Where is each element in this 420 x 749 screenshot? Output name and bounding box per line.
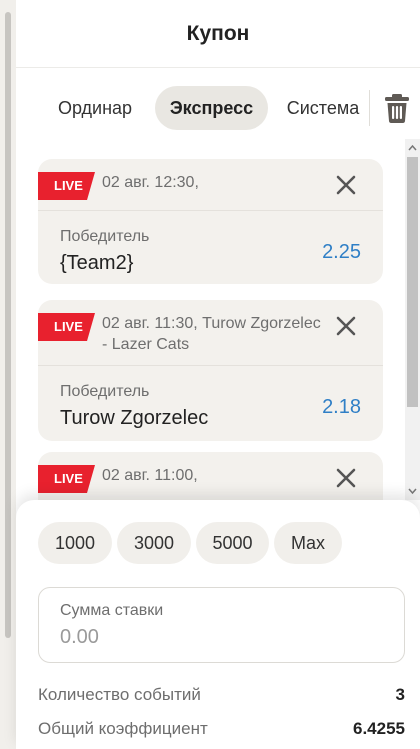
page-title: Купон bbox=[186, 21, 250, 45]
event-datetime: 02 авг. 11:00, bbox=[102, 467, 198, 484]
stake-input-value[interactable]: 0.00 bbox=[60, 626, 99, 649]
tab-system[interactable]: Система bbox=[282, 86, 364, 130]
event-datetime: 02 авг. 11:30, Turow Zgorzelec - Lazer C… bbox=[102, 315, 321, 353]
quick-amount-max-button[interactable]: Max bbox=[274, 522, 342, 564]
events-count-row: Количество событий 3 bbox=[38, 685, 405, 709]
bet-list-scrollbar[interactable] bbox=[405, 139, 420, 500]
live-badge: LIVE bbox=[38, 313, 95, 341]
events-count-label: Количество событий bbox=[38, 685, 201, 704]
total-odds-label: Общий коэффициент bbox=[38, 719, 208, 738]
tabs-divider bbox=[369, 90, 370, 126]
quick-amount-3000-button[interactable]: 3000 bbox=[117, 522, 191, 564]
events-count-value: 3 bbox=[395, 685, 405, 704]
bet-type-tabs: Ординар Экспресс Система bbox=[16, 86, 420, 130]
trash-icon[interactable] bbox=[382, 92, 412, 124]
bet-card: LIVE 02 авг. 11:00, bbox=[38, 452, 383, 500]
market-label: Победитель bbox=[60, 228, 150, 245]
left-scrollbar[interactable] bbox=[0, 0, 16, 749]
bet-card-header: LIVE 02 авг. 11:00, bbox=[38, 452, 383, 500]
live-badge: LIVE bbox=[38, 465, 95, 493]
scrollbar-thumb[interactable] bbox=[407, 157, 418, 407]
bet-card-header: LIVE 02 авг. 12:30, bbox=[38, 159, 383, 211]
bet-card-body: Победитель {Team2} 2.25 bbox=[38, 211, 383, 286]
bet-slip-header: Купон bbox=[16, 0, 420, 68]
left-scrollbar-thumb[interactable] bbox=[5, 12, 11, 638]
live-badge: LIVE bbox=[38, 172, 95, 200]
selection-name: {Team2} bbox=[60, 252, 134, 274]
bet-card: LIVE 02 авг. 12:30, Победитель {Team2} 2… bbox=[38, 159, 383, 284]
chevron-down-icon[interactable] bbox=[405, 482, 420, 500]
stake-panel: 1000 3000 5000 Max Сумма ставки 0.00 Кол… bbox=[16, 500, 420, 749]
market-label: Победитель bbox=[60, 383, 150, 400]
close-icon[interactable] bbox=[335, 467, 357, 489]
selection-name: Turow Zgorzelec bbox=[60, 407, 209, 429]
chevron-up-icon[interactable] bbox=[405, 139, 420, 157]
quick-amount-1000-button[interactable]: 1000 bbox=[38, 522, 112, 564]
close-icon[interactable] bbox=[335, 315, 357, 337]
bet-card: LIVE 02 авг. 11:30, Turow Zgorzelec - La… bbox=[38, 300, 383, 441]
total-odds-row: Общий коэффициент 6.4255 bbox=[38, 719, 405, 743]
bet-slip-panel: Купон Ординар Экспресс Система LIVE 02 а… bbox=[16, 0, 420, 749]
bet-card-body: Победитель Turow Zgorzelec 2.18 bbox=[38, 366, 383, 441]
odds-value: 2.25 bbox=[322, 241, 361, 263]
total-odds-value: 6.4255 bbox=[353, 719, 405, 738]
bet-card-header: LIVE 02 авг. 11:30, Turow Zgorzelec - La… bbox=[38, 300, 383, 366]
stake-input[interactable]: Сумма ставки 0.00 bbox=[38, 587, 405, 663]
event-datetime: 02 авг. 12:30, bbox=[102, 174, 199, 191]
close-icon[interactable] bbox=[335, 174, 357, 196]
odds-value: 2.18 bbox=[322, 396, 361, 418]
quick-amount-5000-button[interactable]: 5000 bbox=[196, 522, 269, 564]
tab-express[interactable]: Экспресс bbox=[155, 86, 268, 130]
tab-single[interactable]: Ординар bbox=[40, 86, 150, 130]
stake-input-label: Сумма ставки bbox=[60, 602, 164, 619]
bet-list: LIVE 02 авг. 12:30, Победитель {Team2} 2… bbox=[16, 139, 420, 500]
